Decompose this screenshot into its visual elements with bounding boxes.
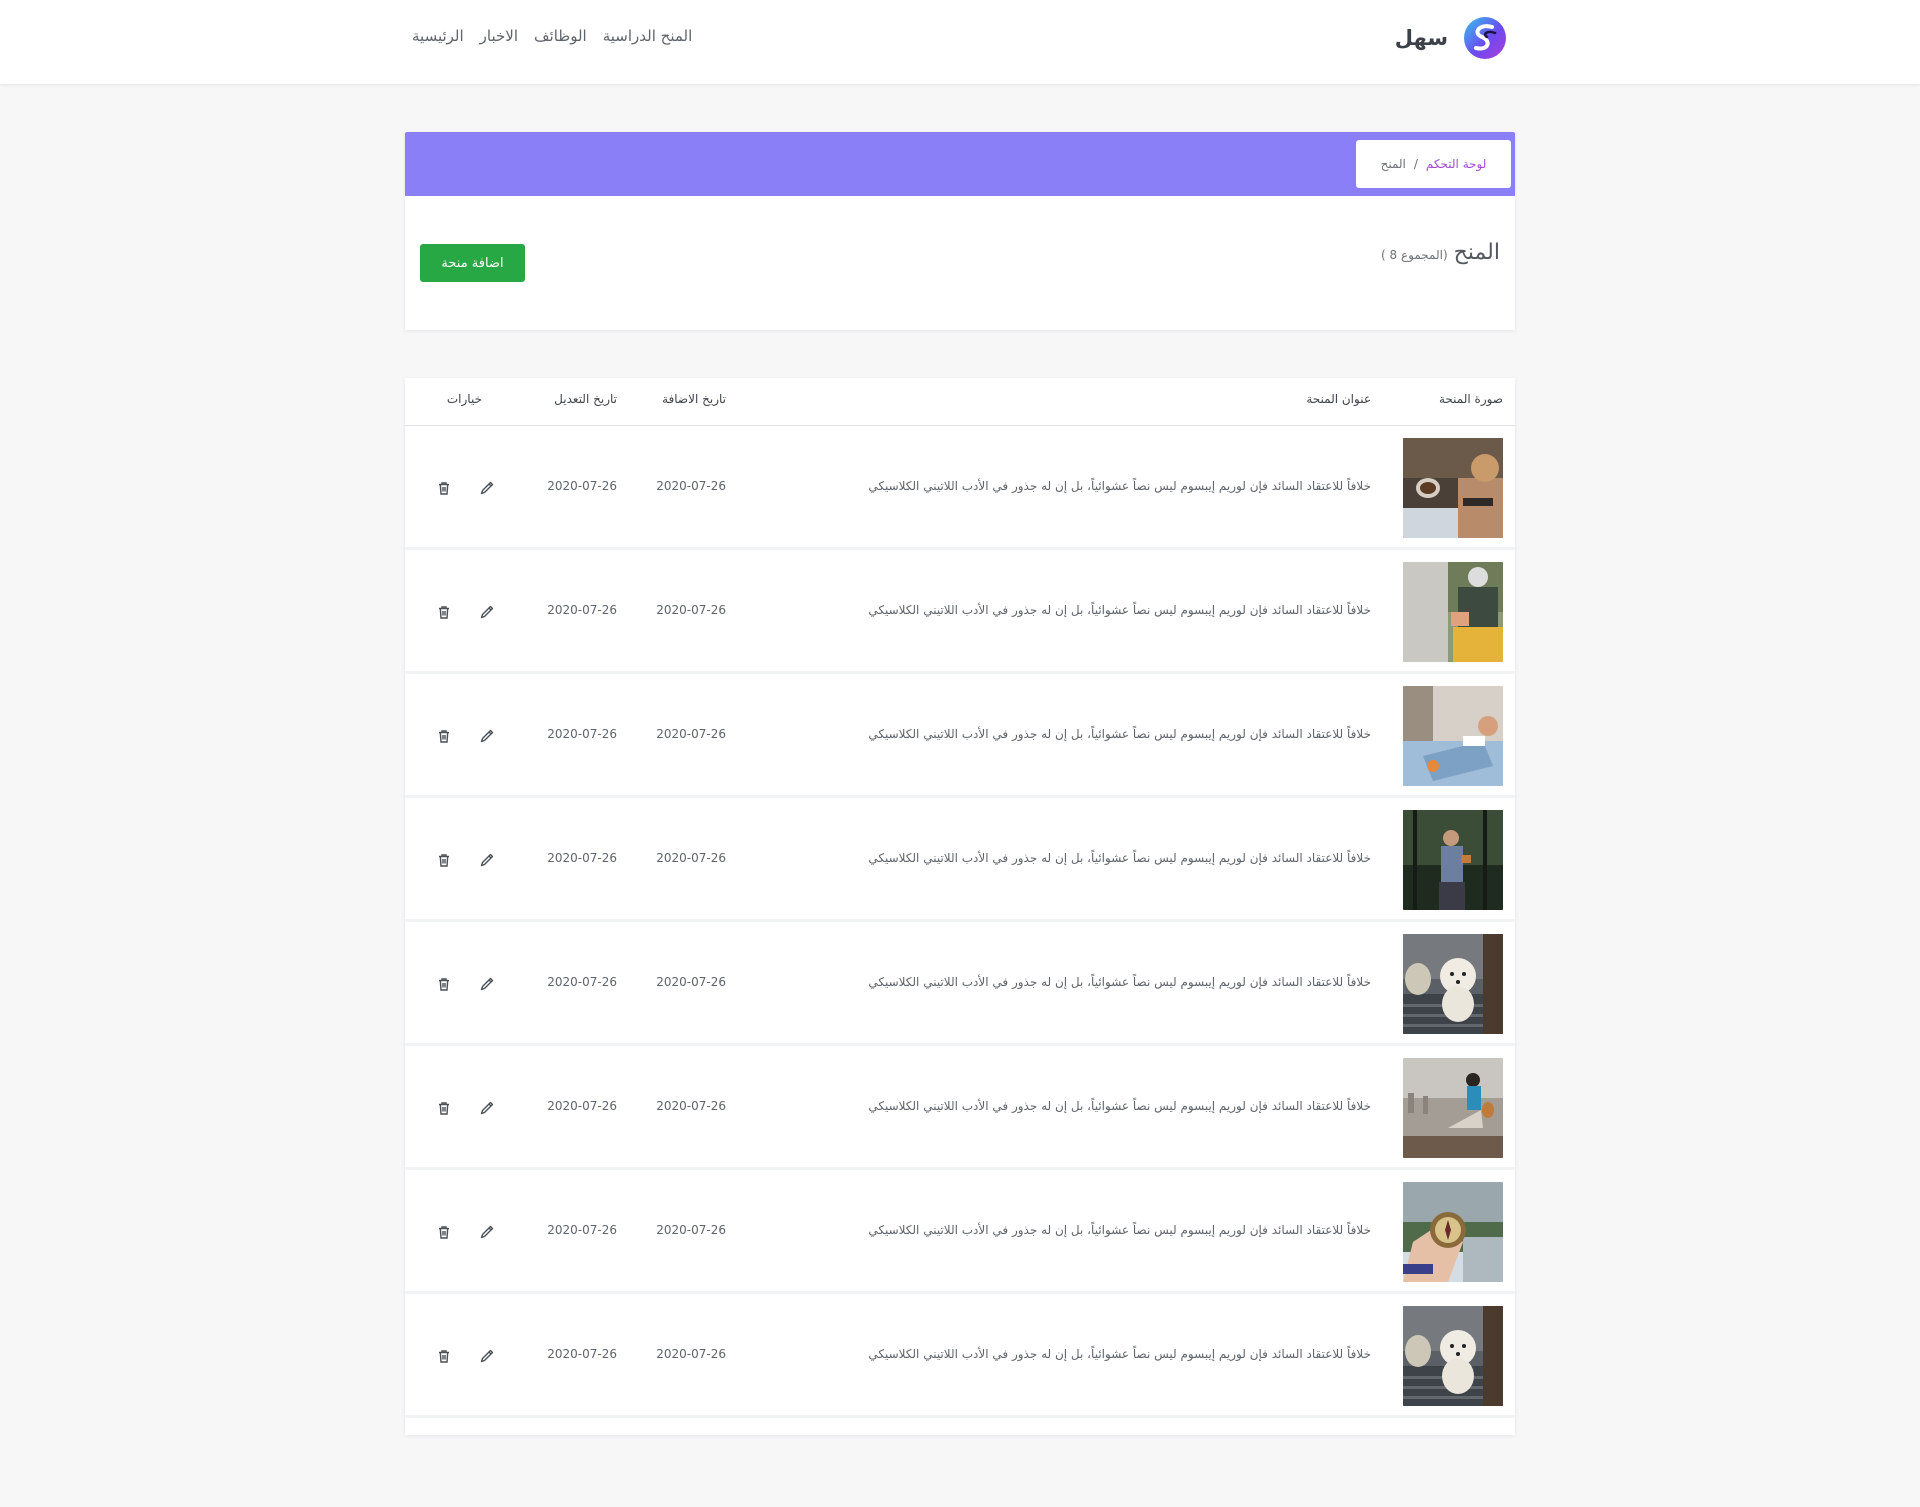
scholarship-title: خلافاً للاعتقاد السائد فإن لوريم إيبسوم … (868, 1223, 1371, 1237)
added-date: 2020-07-26 (656, 975, 726, 989)
scholarship-title: خلافاً للاعتقاد السائد فإن لوريم إيبسوم … (868, 851, 1371, 865)
brand[interactable]: سهل (1395, 14, 1508, 62)
table-row: خلافاً للاعتقاد السائد فإن لوريم إيبسوم … (405, 550, 1515, 674)
added-date: 2020-07-26 (656, 603, 726, 617)
delete-trash-icon[interactable] (435, 1223, 453, 1241)
scholarship-title: خلافاً للاعتقاد السائد فإن لوريم إيبسوم … (868, 975, 1371, 989)
brand-logo-icon (1464, 17, 1506, 59)
table-row: خلافاً للاعتقاد السائد فإن لوريم إيبسوم … (405, 922, 1515, 1046)
edit-pencil-icon[interactable] (478, 975, 496, 993)
hand-holding-compass-photo (1403, 1182, 1503, 1282)
scholarship-title: خلافاً للاعتقاد السائد فإن لوريم إيبسوم … (868, 479, 1371, 493)
page-title: المنح (1453, 240, 1500, 265)
edit-pencil-icon[interactable] (478, 1099, 496, 1117)
page-title-group: المنح (المجموع 8 ) (1381, 240, 1500, 265)
edited-date: 2020-07-26 (547, 727, 617, 741)
delete-trash-icon[interactable] (435, 603, 453, 621)
edited-date: 2020-07-26 (547, 603, 617, 617)
added-date: 2020-07-26 (656, 851, 726, 865)
header-options: خيارات (446, 392, 482, 406)
added-date: 2020-07-26 (656, 1223, 726, 1237)
table-row: خلافاً للاعتقاد السائد فإن لوريم إيبسوم … (405, 426, 1515, 550)
table-row: خلافاً للاعتقاد السائد فإن لوريم إيبسوم … (405, 1046, 1515, 1170)
added-date: 2020-07-26 (656, 479, 726, 493)
header-added-date: تاريخ الاضافة (662, 392, 726, 406)
desk-coffee-laptop-photo (1403, 438, 1503, 538)
scholarship-title: خلافاً للاعتقاد السائد فإن لوريم إيبسوم … (868, 1347, 1371, 1361)
delete-trash-icon[interactable] (435, 1347, 453, 1365)
scholarship-title: خلافاً للاعتقاد السائد فإن لوريم إيبسوم … (868, 603, 1371, 617)
man-with-camera-forest-photo (1403, 810, 1503, 910)
nav-link-home[interactable]: الرئيسية (412, 27, 464, 45)
table-row: خلافاً للاعتقاد السائد فإن لوريم إيبسوم … (405, 798, 1515, 922)
scholarship-title: خلافاً للاعتقاد السائد فإن لوريم إيبسوم … (868, 1099, 1371, 1113)
table-header: صورة المنحة عنوان المنحة تاريخ الاضافة ت… (405, 378, 1515, 426)
edited-date: 2020-07-26 (547, 1223, 617, 1237)
page-count: (المجموع 8 ) (1381, 248, 1448, 262)
scholarship-title: خلافاً للاعتقاد السائد فإن لوريم إيبسوم … (868, 727, 1371, 741)
breadcrumb-dashboard-link[interactable]: لوحة التحكم (1426, 157, 1487, 171)
nav-link-jobs[interactable]: الوظائف (534, 27, 587, 45)
added-date: 2020-07-26 (656, 1347, 726, 1361)
brand-name: سهل (1394, 26, 1448, 50)
edit-pencil-icon[interactable] (478, 603, 496, 621)
header-edited-date: تاريخ التعديل (554, 392, 617, 406)
edited-date: 2020-07-26 (547, 851, 617, 865)
delete-trash-icon[interactable] (435, 727, 453, 745)
edit-pencil-icon[interactable] (478, 1347, 496, 1365)
white-dog-on-couch-photo (1403, 1306, 1503, 1406)
edit-pencil-icon[interactable] (478, 479, 496, 497)
header-image: صورة المنحة (1438, 392, 1503, 406)
edited-date: 2020-07-26 (547, 1347, 617, 1361)
white-dog-on-couch-photo (1403, 934, 1503, 1034)
nav-link-news[interactable]: الاخبار (480, 27, 518, 45)
top-navbar: سهل الرئيسية الاخبار الوظائف المنح الدرا… (0, 0, 1920, 84)
header-band: لوحة التحكم / المنح (405, 132, 1515, 196)
breadcrumb: لوحة التحكم / المنح (1356, 140, 1511, 188)
table-row: خلافاً للاعتقاد السائد فإن لوريم إيبسوم … (405, 1294, 1515, 1418)
delete-trash-icon[interactable] (435, 479, 453, 497)
edited-date: 2020-07-26 (547, 975, 617, 989)
breadcrumb-separator: / (1413, 157, 1418, 171)
page-header-card: لوحة التحكم / المنح المنح (المجموع 8 ) ا… (405, 132, 1515, 330)
table-row: خلافاً للاعتقاد السائد فإن لوريم إيبسوم … (405, 674, 1515, 798)
person-with-headphones-photo (1403, 562, 1503, 662)
added-date: 2020-07-26 (656, 1099, 726, 1113)
girl-reading-in-bed-photo (1403, 686, 1503, 786)
added-date: 2020-07-26 (656, 727, 726, 741)
add-scholarship-button[interactable]: اضافة منحة (420, 244, 525, 282)
table-row: خلافاً للاعتقاد السائد فإن لوريم إيبسوم … (405, 1170, 1515, 1294)
edit-pencil-icon[interactable] (478, 851, 496, 869)
delete-trash-icon[interactable] (435, 975, 453, 993)
woman-sitting-city-view-photo (1403, 1058, 1503, 1158)
delete-trash-icon[interactable] (435, 1099, 453, 1117)
header-title: عنوان المنحة (1306, 392, 1371, 406)
edited-date: 2020-07-26 (547, 479, 617, 493)
breadcrumb-current: المنح (1380, 157, 1406, 171)
delete-trash-icon[interactable] (435, 851, 453, 869)
nav-link-scholarships[interactable]: المنح الدراسية (603, 27, 693, 45)
main-nav: الرئيسية الاخبار الوظائف المنح الدراسية (412, 22, 692, 50)
edit-pencil-icon[interactable] (478, 727, 496, 745)
edit-pencil-icon[interactable] (478, 1223, 496, 1241)
edited-date: 2020-07-26 (547, 1099, 617, 1113)
scholarships-table: صورة المنحة عنوان المنحة تاريخ الاضافة ت… (405, 378, 1515, 1435)
